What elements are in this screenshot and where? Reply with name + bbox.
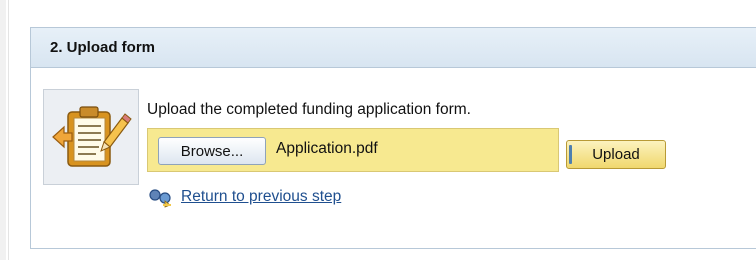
clipboard-edit-icon-graphic	[52, 106, 132, 167]
upload-instruction: Upload the completed funding application…	[147, 101, 471, 118]
panel-title: 2. Upload form	[50, 39, 156, 56]
return-arrow-icon[interactable]	[147, 186, 177, 208]
upload-button[interactable]: Upload	[566, 140, 666, 169]
page-left-border	[0, 0, 9, 260]
file-input-row: Browse... Application.pdf	[147, 128, 559, 172]
return-to-previous-step-link[interactable]: Return to previous step	[181, 188, 341, 206]
selected-file-name: Application.pdf	[276, 140, 378, 157]
upload-form-panel: 2. Upload form Upload the completed fund…	[30, 27, 756, 249]
clipboard-edit-icon	[43, 89, 139, 185]
return-link-row[interactable]: Return to previous step	[147, 186, 341, 208]
panel-header: 2. Upload form	[31, 28, 756, 68]
browse-button[interactable]: Browse...	[158, 137, 266, 165]
